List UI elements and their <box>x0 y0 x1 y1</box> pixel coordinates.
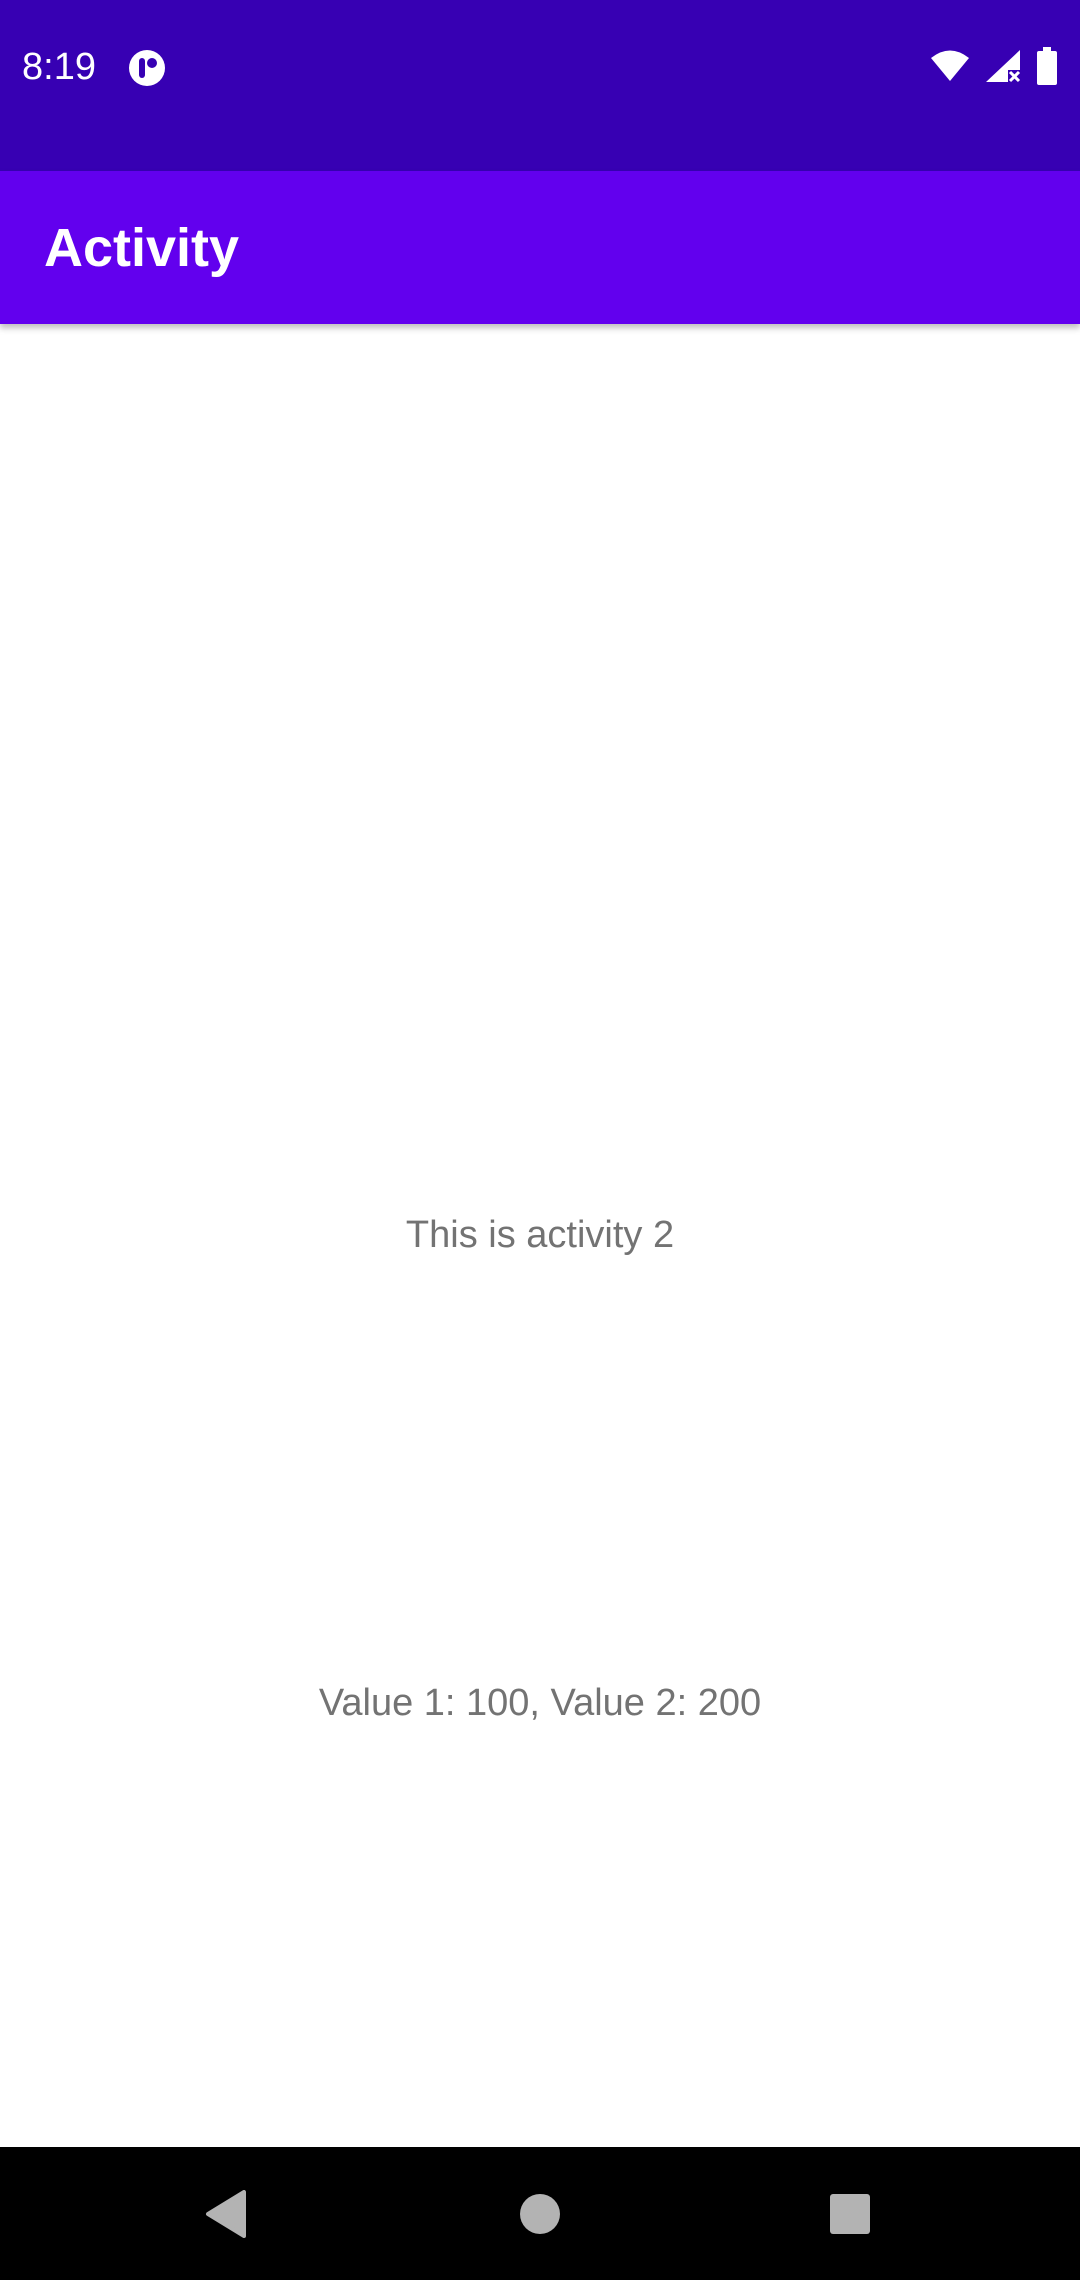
screen: 8:19 Activity This is activity 2 Value 1… <box>0 0 1080 2280</box>
back-icon <box>206 2189 246 2238</box>
values-text: Value 1: 100, Value 2: 200 <box>318 1682 762 1724</box>
home-icon <box>520 2193 560 2234</box>
home-button[interactable] <box>510 2184 570 2244</box>
back-button[interactable] <box>196 2184 256 2244</box>
status-bar: 8:19 <box>0 0 1080 171</box>
wifi-icon <box>930 49 970 88</box>
status-time: 8:19 <box>22 46 96 88</box>
content-area: This is activity 2 Value 1: 100, Value 2… <box>0 324 1080 2147</box>
recents-button[interactable] <box>820 2184 880 2244</box>
status-icons <box>930 46 1058 90</box>
signal-icon <box>984 48 1022 89</box>
battery-icon <box>1036 46 1058 90</box>
activity-message: This is activity 2 <box>405 1214 675 1256</box>
app-notification-icon <box>127 48 167 88</box>
navigation-bar <box>0 2147 1080 2280</box>
recents-icon <box>830 2193 870 2234</box>
app-bar: Activity <box>0 171 1080 324</box>
app-title: Activity <box>44 217 240 278</box>
